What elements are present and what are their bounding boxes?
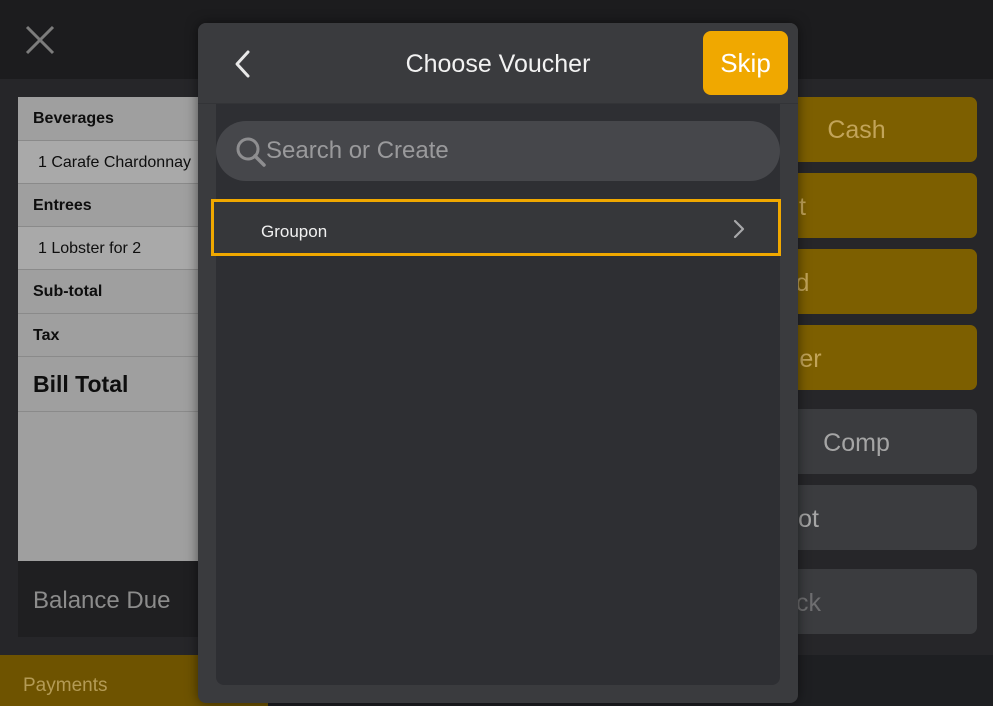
bill-section-entrees: Entrees — [18, 184, 218, 227]
balance-due-label: Balance Due — [33, 587, 171, 614]
voucher-item-groupon[interactable]: Groupon — [211, 199, 781, 256]
bill-section-beverages: Beverages — [18, 97, 218, 141]
close-icon[interactable] — [22, 22, 58, 58]
back-chevron-icon[interactable] — [228, 49, 258, 79]
skip-button[interactable]: Skip — [703, 31, 788, 95]
bill-item[interactable]: 1 Carafe Chardonnay — [18, 141, 218, 184]
voucher-label: Groupon — [261, 222, 328, 241]
balance-due: Balance Due — [18, 561, 218, 637]
modal-header: Choose Voucher Skip — [198, 23, 798, 104]
voucher-list — [216, 104, 780, 685]
search-input[interactable] — [266, 121, 746, 181]
bill-panel: Beverages 1 Carafe Chardonnay Entrees 1 … — [18, 97, 218, 561]
bill-item[interactable]: 1 Lobster for 2 — [18, 227, 218, 270]
bill-subtotal-label: Sub-total — [18, 270, 218, 314]
bill-tax-label: Tax — [18, 314, 218, 357]
choose-voucher-modal: Choose Voucher Skip Groupon — [198, 23, 798, 703]
payments-label: Payments — [23, 675, 108, 696]
search-bar[interactable] — [216, 121, 780, 181]
search-icon — [236, 137, 266, 167]
chevron-right-icon — [732, 219, 746, 239]
bill-total-label: Bill Total — [18, 357, 218, 412]
